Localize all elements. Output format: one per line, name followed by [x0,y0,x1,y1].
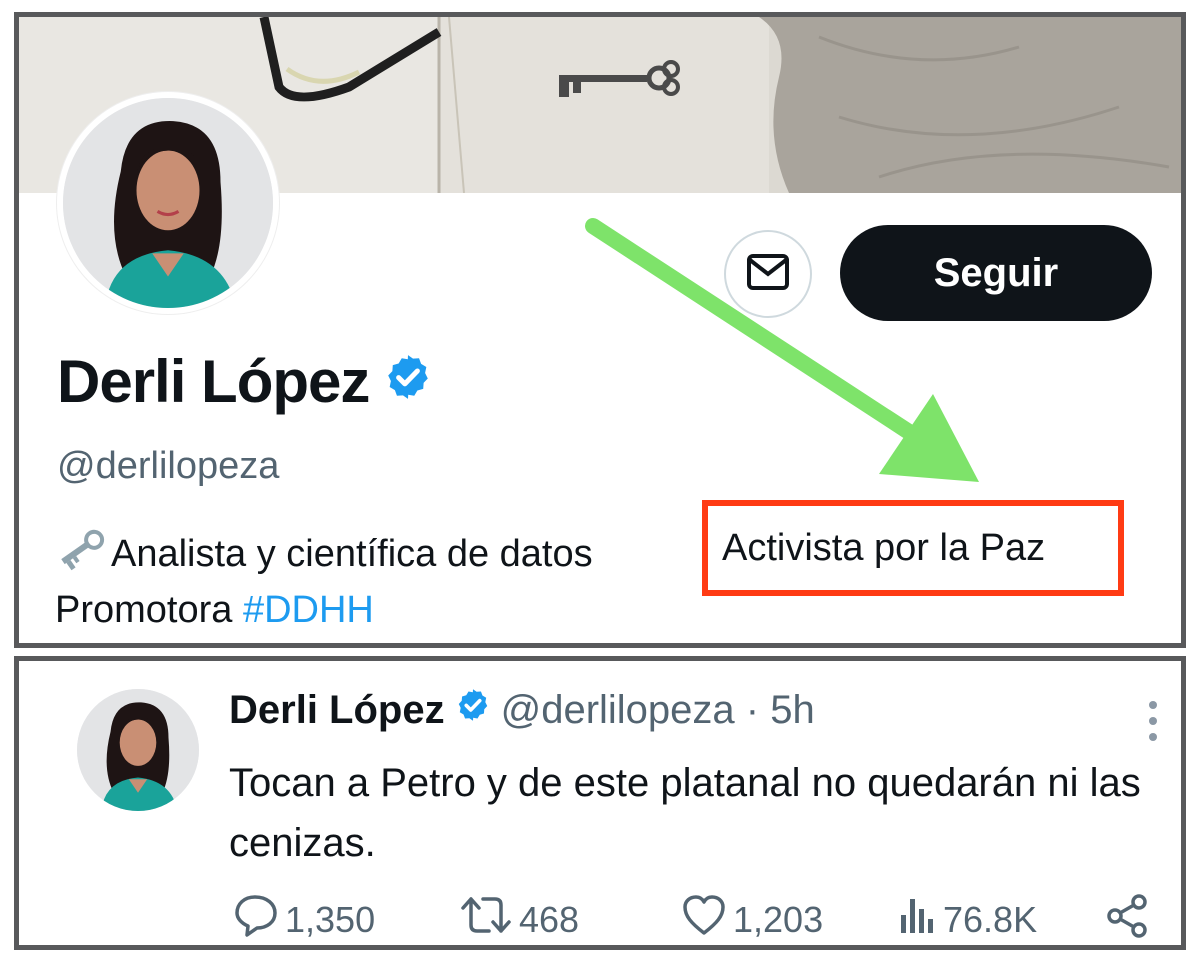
tweet-author-name[interactable]: Derli López [229,688,445,733]
views-count: 76.8K [943,898,1038,940]
tweet-actions: 1,350 468 1,203 76.8K [233,893,1153,943]
views-icon [897,893,937,945]
share-button[interactable] [1105,893,1151,945]
hashtag-link[interactable]: #DDHH [243,589,374,631]
reply-count: 1,350 [285,898,376,940]
bio-line-1: Analista y científica de datos [55,527,593,581]
profile-handle: @derlilopeza [57,445,280,487]
like-icon [681,893,727,945]
verified-badge-icon [455,687,491,733]
tweet-handle-time: @derlilopeza · 5h [500,687,815,732]
like-count: 1,203 [733,898,824,940]
key-emoji-icon [55,527,107,581]
bio-line-2-text: Promotora [55,589,243,631]
tweet-text: Tocan a Petro y de este platanal no qued… [229,761,1141,865]
profile-avatar[interactable] [57,92,279,314]
profile-display-name: Derli López [57,348,370,415]
profile-name-row: Derli López [57,347,433,416]
reply-icon [233,893,279,945]
tweet-avatar[interactable] [77,689,199,811]
share-icon [1105,893,1151,945]
tweet-header: Derli López @derlilopeza · 5h [229,687,815,733]
bio-text: Analista y científica de datos [111,532,593,575]
more-options-icon[interactable] [1145,699,1161,748]
reply-button[interactable]: 1,350 [233,893,376,945]
annotation-arrow [585,218,979,482]
profile-card: Seguir Derli López @derlilopeza Analista… [14,12,1186,648]
bio-line-2: Promotora #DDHH [55,589,374,632]
verified-badge-icon [383,347,433,416]
retweet-icon [459,893,513,945]
bio-highlighted-text: Activista por la Paz [722,527,1046,569]
views-button[interactable]: 76.8K [897,893,1038,945]
like-button[interactable]: 1,203 [681,893,824,945]
tweet-card[interactable]: Derli López @derlilopeza · 5h Tocan a Pe… [14,656,1186,950]
retweet-button[interactable]: 468 [459,893,580,945]
retweet-count: 468 [519,898,580,940]
